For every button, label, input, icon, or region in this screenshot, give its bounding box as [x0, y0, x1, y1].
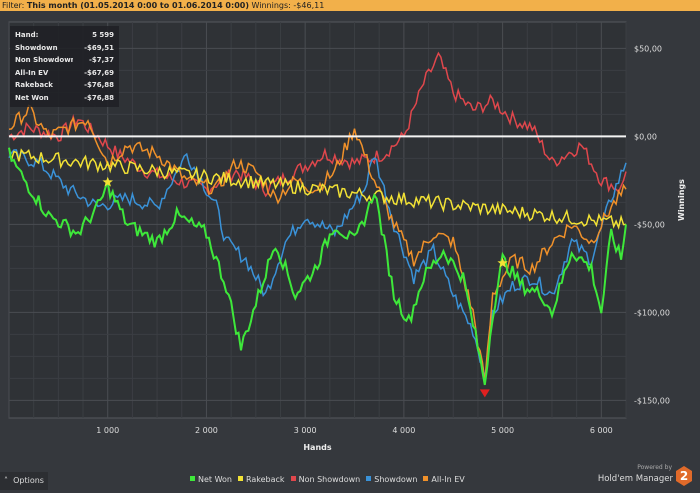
legend-swatch: [290, 476, 296, 481]
tooltip-key: Non Showdown: [15, 56, 73, 64]
tooltip-key: All-In EV: [15, 68, 49, 77]
tooltip-key: Hand:: [15, 31, 39, 39]
filter-label: Filter:: [2, 1, 25, 10]
tooltip-row: All-In EV -$67,69: [15, 67, 114, 80]
options-label: Options: [13, 476, 44, 485]
legend-label: All-In EV: [431, 475, 465, 484]
tooltip-key: Rakeback: [15, 81, 53, 89]
legend-item[interactable]: Rakeback: [238, 474, 285, 486]
x-tick-label: 2 000: [195, 426, 218, 435]
x-tick-label: 5 000: [491, 426, 514, 435]
y-tick-label: -$100,00: [634, 308, 670, 317]
winnings-value: -$46,11: [293, 1, 325, 10]
options-button[interactable]: ˄ Options: [0, 472, 48, 490]
bottom-bar: ˄ Options Net Won Rakeback Non Showdown Sho…: [0, 464, 700, 493]
hover-tooltip: Hand: 5 599 Showdown -$69,51 Non Showdown -$7…: [10, 26, 119, 107]
legend-swatch: [238, 476, 243, 481]
legend: Net Won Rakeback Non Showdown Showdown All-I…: [190, 474, 465, 486]
y-axis-label: Winnings: [677, 179, 686, 221]
x-tick-label: 4 000: [392, 426, 415, 435]
x-tick-label: 1 000: [96, 426, 119, 435]
chevron-up-icon: ˄: [4, 476, 8, 485]
tooltip-row: Net Won -$76,88: [15, 92, 114, 105]
legend-item[interactable]: Showdown: [366, 474, 417, 486]
legend-item[interactable]: Non Showdown: [290, 474, 361, 486]
brand-name: Hold'em Manager: [597, 474, 673, 484]
x-tick-label: 3 000: [294, 426, 317, 435]
x-axis-label: Hands: [303, 443, 332, 452]
legend-swatch: [366, 476, 372, 481]
y-tick-label: -$50,00: [634, 220, 665, 229]
legend-label: Net Won: [198, 475, 232, 484]
legend-label: Rakeback: [246, 475, 285, 484]
tooltip-key: Net Won: [15, 93, 49, 102]
x-tick-label: 6 000: [590, 426, 613, 435]
tooltip-row: Non Showdown -$7,37: [15, 54, 114, 67]
legend-item[interactable]: Net Won: [190, 474, 232, 486]
tooltip-value: -$69,51: [84, 43, 114, 52]
legend-item[interactable]: All-In EV: [423, 474, 465, 486]
tooltip-value: -$76,88: [84, 93, 114, 102]
legend-swatch: [423, 476, 429, 481]
filter-bar[interactable]: Filter: This month (01.05.2014 0:00 to 0…: [0, 0, 700, 11]
y-tick-label: -$150,00: [634, 396, 670, 405]
legend-label: Non Showdown: [298, 475, 361, 484]
filter-value: This month (01.05.2014 0:00 to 01.06.201…: [26, 1, 249, 10]
tooltip-value: -$67,69: [84, 68, 114, 77]
tooltip-row: Hand: 5 599: [15, 29, 114, 42]
tooltip-value: -$76,88: [84, 81, 114, 89]
legend-label: Showdown: [374, 475, 418, 484]
tooltip-row: Showdown -$69,51: [15, 42, 114, 55]
legend-swatch: [190, 476, 195, 481]
y-tick-label: $50,00: [634, 44, 662, 53]
winnings-label: Winnings:: [251, 1, 291, 10]
tooltip-value: -$7,37: [88, 56, 114, 64]
y-tick-label: $0,00: [634, 132, 657, 141]
powered-by: Powered by: [637, 464, 672, 471]
tooltip-value: 5 599: [92, 31, 114, 39]
tooltip-row: Rakeback -$76,88: [15, 79, 114, 92]
tooltip-key: Showdown: [15, 43, 58, 52]
